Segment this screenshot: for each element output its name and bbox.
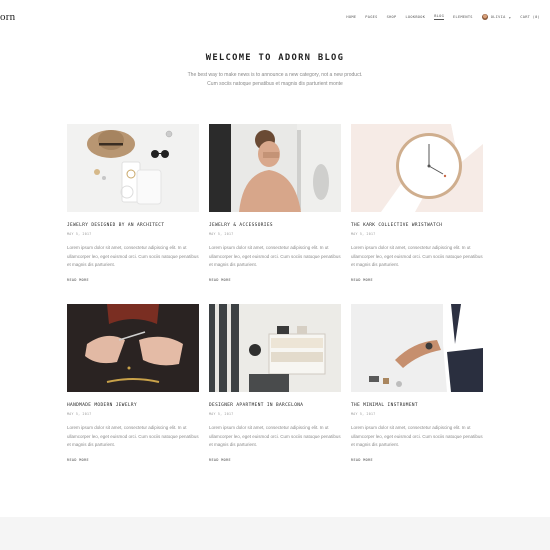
blog-card: THE KARK COLLECTIVE WRISTWATCH MAY 5, 20… <box>351 124 483 304</box>
nav-item-blog[interactable]: BLOG <box>434 14 445 20</box>
post-title[interactable]: HANDMADE MODERN JEWELRY <box>67 403 199 408</box>
nav-item-elements[interactable]: ELEMENTS <box>453 15 473 20</box>
read-more-link[interactable]: READ MORE <box>67 278 199 282</box>
post-date: MAY 5, 2017 <box>209 412 234 416</box>
post-excerpt: Lorem ipsum dolor sit amet, consectetur … <box>351 245 483 268</box>
post-image[interactable] <box>67 124 199 212</box>
post-excerpt: Lorem ipsum dolor sit amet, consectetur … <box>351 425 483 448</box>
avatar <box>481 14 488 20</box>
post-title[interactable]: THE KARK COLLECTIVE WRISTWATCH <box>351 223 483 228</box>
nav-item-lookbook[interactable]: LOOKBOOK <box>405 15 425 20</box>
post-excerpt: Lorem ipsum dolor sit amet, consectetur … <box>209 245 341 268</box>
post-illustration <box>209 304 341 392</box>
read-more-link[interactable]: READ MORE <box>209 458 341 462</box>
post-title[interactable]: JEWELRY & ACCESSORIES <box>209 223 341 228</box>
main-nav: HOME PAGES SHOP LOOKBOOK BLOG ELEMENTS O… <box>346 14 540 20</box>
user-menu[interactable]: OLIVIA ▾ <box>481 14 512 20</box>
read-more-link[interactable]: READ MORE <box>351 458 483 462</box>
post-title[interactable]: THE MINIMAL INSTRUMENT <box>351 403 483 408</box>
post-date: MAY 5, 2017 <box>67 412 92 416</box>
page-title: WELCOME TO ADORN BLOG <box>205 53 345 63</box>
blog-card: JEWELRY DESIGNED BY AN ARCHITECT MAY 5, … <box>67 124 199 304</box>
post-date: MAY 5, 2017 <box>351 232 376 236</box>
post-illustration <box>351 124 483 212</box>
post-illustration <box>351 304 483 392</box>
post-title[interactable]: DESIGNER APARTMENT IN BARCELONA <box>209 403 341 408</box>
post-image[interactable] <box>209 124 341 212</box>
post-date: MAY 5, 2017 <box>351 412 376 416</box>
cart-link[interactable]: CART (0) <box>520 15 540 19</box>
post-date: MAY 5, 2017 <box>67 232 92 236</box>
post-image[interactable] <box>351 304 483 392</box>
blog-grid: JEWELRY DESIGNED BY AN ARCHITECT MAY 5, … <box>67 124 483 484</box>
post-image[interactable] <box>351 124 483 212</box>
post-illustration <box>67 304 199 392</box>
read-more-link[interactable]: READ MORE <box>67 458 199 462</box>
subtitle-line: Cum sociis natoque penatibus et magnis d… <box>207 81 343 87</box>
post-excerpt: Lorem ipsum dolor sit amet, consectetur … <box>67 245 199 268</box>
footer-band <box>0 517 550 550</box>
post-excerpt: Lorem ipsum dolor sit amet, consectetur … <box>67 425 199 448</box>
post-image[interactable] <box>67 304 199 392</box>
post-illustration <box>209 124 341 212</box>
blog-card: HANDMADE MODERN JEWELRY MAY 5, 2017 Lore… <box>67 304 199 484</box>
read-more-link[interactable]: READ MORE <box>351 278 483 282</box>
nav-item-shop[interactable]: SHOP <box>387 15 397 20</box>
subtitle-line: The best way to make news is to announce… <box>187 72 363 78</box>
post-date: MAY 5, 2017 <box>209 232 234 236</box>
nav-item-home[interactable]: HOME <box>346 15 356 20</box>
post-image[interactable] <box>209 304 341 392</box>
blog-card: JEWELRY & ACCESSORIES MAY 5, 2017 Lorem … <box>209 124 341 304</box>
page-subtitle: The best way to make news is to announce… <box>0 71 550 89</box>
blog-card: THE MINIMAL INSTRUMENT MAY 5, 2017 Lorem… <box>351 304 483 484</box>
site-logo[interactable]: orn <box>0 11 15 23</box>
blog-card: DESIGNER APARTMENT IN BARCELONA MAY 5, 2… <box>209 304 341 484</box>
nav-item-pages[interactable]: PAGES <box>365 15 377 20</box>
post-illustration <box>67 124 199 212</box>
user-name: OLIVIA <box>490 15 506 19</box>
post-excerpt: Lorem ipsum dolor sit amet, consectetur … <box>209 425 341 448</box>
read-more-link[interactable]: READ MORE <box>209 278 341 282</box>
post-title[interactable]: JEWELRY DESIGNED BY AN ARCHITECT <box>67 223 199 228</box>
chevron-down-icon: ▾ <box>508 14 512 20</box>
